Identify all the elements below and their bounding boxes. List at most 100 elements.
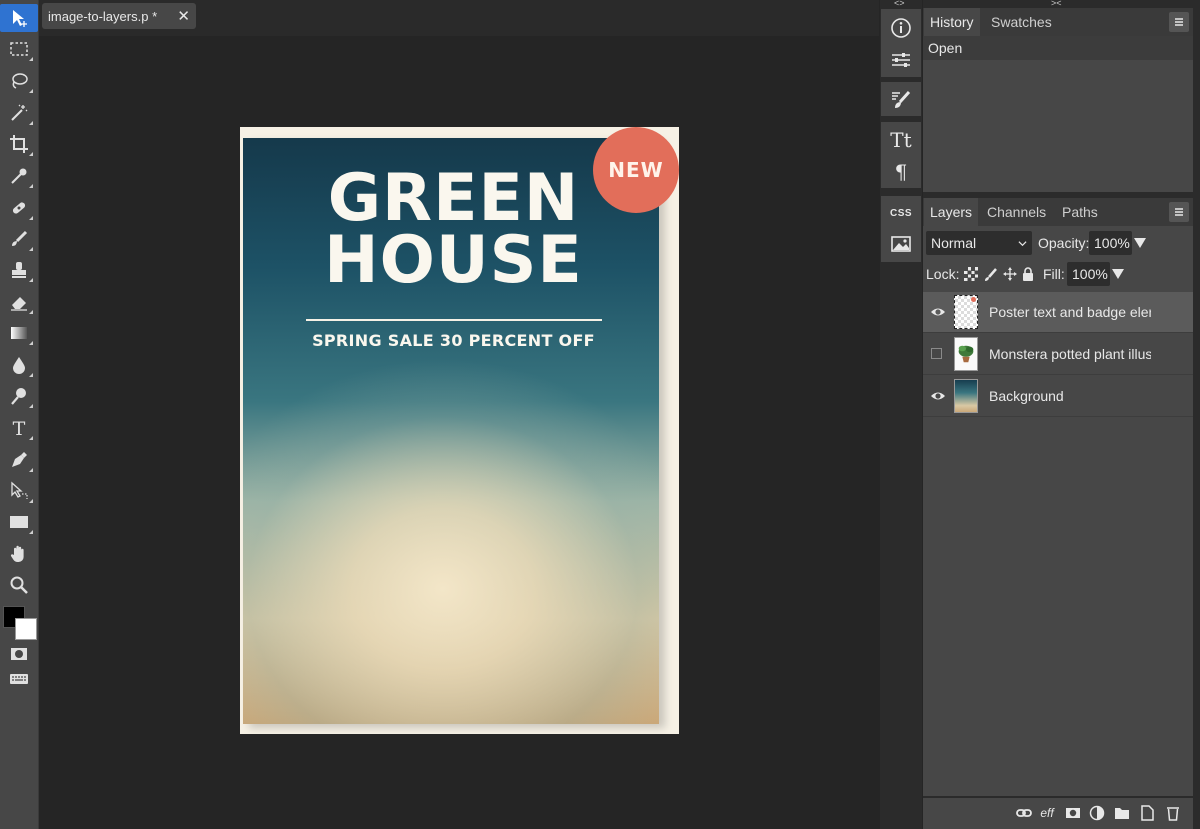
canvas-area[interactable]: GREEN HOUSE SPRING SALE 30 PERCENT OFF N… <box>39 36 879 829</box>
layers-footer: eff <box>923 798 1193 829</box>
fill-dropdown-icon[interactable] <box>1112 269 1124 279</box>
background-color-swatch[interactable] <box>15 618 37 640</box>
character-icon: Tt <box>890 128 911 150</box>
tab-swatches[interactable]: Swatches <box>985 8 1058 36</box>
link-layers-button[interactable] <box>1014 804 1034 822</box>
tools-toolbar: T <box>0 0 39 829</box>
dodge-icon <box>11 388 26 405</box>
panel-icon-strip: <> Tt ¶ CSS <box>880 0 922 829</box>
brush-tool[interactable] <box>4 225 34 253</box>
lock-all-icon[interactable] <box>1021 267 1035 281</box>
close-tab-icon[interactable]: ✕ <box>177 7 190 25</box>
zoom-tool[interactable] <box>4 571 34 599</box>
quick-mask-button[interactable] <box>4 641 34 667</box>
paragraph-button[interactable]: ¶ <box>881 156 921 186</box>
add-mask-button[interactable] <box>1063 804 1083 822</box>
eraser-icon <box>11 297 27 311</box>
svg-text:Tt: Tt <box>890 128 911 150</box>
new-layer-button[interactable] <box>1137 804 1157 822</box>
eyedropper-icon <box>11 168 27 184</box>
layer-name: Background <box>989 388 1064 404</box>
paragraph-icon: ¶ <box>895 160 908 182</box>
lock-transparency-icon[interactable] <box>964 267 978 281</box>
opacity-input[interactable]: 100% <box>1089 231 1132 255</box>
lock-label: Lock: <box>926 266 960 282</box>
adjustment-layer-button[interactable] <box>1087 804 1107 822</box>
layer-row-monstera[interactable]: Monstera potted plant illus <box>923 334 1193 375</box>
lock-pixels-icon[interactable] <box>984 267 998 281</box>
move-tool[interactable] <box>0 4 38 32</box>
stamp-tool[interactable] <box>4 256 34 284</box>
dodge-tool[interactable] <box>4 382 34 410</box>
brush-settings-icon <box>892 90 911 108</box>
healing-tool[interactable] <box>4 194 34 222</box>
tab-channels[interactable]: Channels <box>981 198 1052 226</box>
fill-input[interactable]: 100% <box>1067 262 1110 286</box>
adjustments-button[interactable] <box>881 45 921 75</box>
magic-wand-icon <box>11 104 28 121</box>
lock-position-icon[interactable] <box>1003 267 1017 281</box>
eraser-tool[interactable] <box>4 288 34 316</box>
gradient-tool[interactable] <box>4 319 34 347</box>
pen-tool[interactable] <box>4 446 34 474</box>
layers-panel: Normal Opacity: 100% Lock: Fill: 100% Po… <box>923 226 1193 796</box>
history-panel-menu[interactable] <box>1169 12 1189 32</box>
healing-icon <box>12 202 26 214</box>
quick-mask-icon <box>11 648 27 660</box>
layer-name: Monstera potted plant illus <box>989 346 1151 362</box>
blur-icon <box>13 357 25 374</box>
magic-wand-tool[interactable] <box>4 99 34 127</box>
brush-icon <box>12 230 28 246</box>
shape-tool[interactable] <box>4 508 34 536</box>
blur-tool[interactable] <box>4 351 34 379</box>
css-button[interactable]: CSS <box>881 198 921 228</box>
history-panel-tabs: History Swatches <box>923 8 1193 36</box>
new-group-button[interactable] <box>1112 804 1132 822</box>
trash-icon <box>1167 807 1179 821</box>
document-tab[interactable]: image-to-layers.p * ✕ <box>42 3 196 29</box>
poster-background-gradient: GREEN HOUSE SPRING SALE 30 PERCENT OFF <box>243 138 659 724</box>
layer-effects-button[interactable]: eff <box>1037 804 1057 822</box>
tab-layers[interactable]: Layers <box>924 198 979 226</box>
brush-settings-button[interactable] <box>881 84 921 114</box>
poster-subtitle: SPRING SALE 30 PERCENT OFF <box>312 331 595 350</box>
layers-panel-menu[interactable] <box>1169 202 1189 222</box>
eye-icon[interactable] <box>930 389 946 403</box>
layer-row-poster-text[interactable]: Poster text and badge eler <box>923 292 1193 333</box>
gradient-icon <box>11 327 27 339</box>
path-select-tool[interactable] <box>4 477 34 505</box>
type-tool[interactable]: T <box>4 414 34 442</box>
lasso-tool[interactable] <box>4 67 34 95</box>
marquee-icon <box>10 42 28 56</box>
blend-mode-select[interactable]: Normal <box>926 231 1032 255</box>
marquee-tool[interactable] <box>4 35 34 63</box>
folder-icon <box>1115 808 1129 819</box>
history-item[interactable]: Open <box>923 36 1193 60</box>
eyedropper-tool[interactable] <box>4 162 34 190</box>
menu-icon <box>1175 18 1183 26</box>
plant-thumbnail-icon <box>958 345 974 363</box>
image-button[interactable] <box>881 229 921 259</box>
keyboard-button[interactable] <box>4 666 34 692</box>
eye-icon[interactable] <box>930 305 946 319</box>
collapse-strip-toggle[interactable]: <> <box>894 0 905 8</box>
collapse-panels-toggle[interactable]: >< <box>1051 0 1062 8</box>
poster-canvas[interactable]: GREEN HOUSE SPRING SALE 30 PERCENT OFF N… <box>240 127 679 734</box>
new-badge: NEW <box>593 127 679 213</box>
type-group: Tt ¶ <box>881 122 921 188</box>
opacity-dropdown-icon[interactable] <box>1134 238 1146 248</box>
hand-tool[interactable] <box>4 540 34 568</box>
layer-row-background[interactable]: Background <box>923 376 1193 417</box>
pen-icon <box>12 452 27 467</box>
visibility-toggle[interactable] <box>931 348 942 359</box>
document-tab-title: image-to-layers.p * <box>48 8 158 24</box>
delete-layer-button[interactable] <box>1163 804 1183 822</box>
lasso-icon <box>12 73 28 89</box>
character-button[interactable]: Tt <box>881 124 921 154</box>
layer-name: Poster text and badge eler <box>989 304 1151 320</box>
fill-label: Fill: <box>1043 266 1065 282</box>
crop-tool[interactable] <box>4 130 34 158</box>
info-button[interactable] <box>881 13 921 43</box>
tab-paths[interactable]: Paths <box>1056 198 1104 226</box>
tab-history[interactable]: History <box>924 8 980 36</box>
